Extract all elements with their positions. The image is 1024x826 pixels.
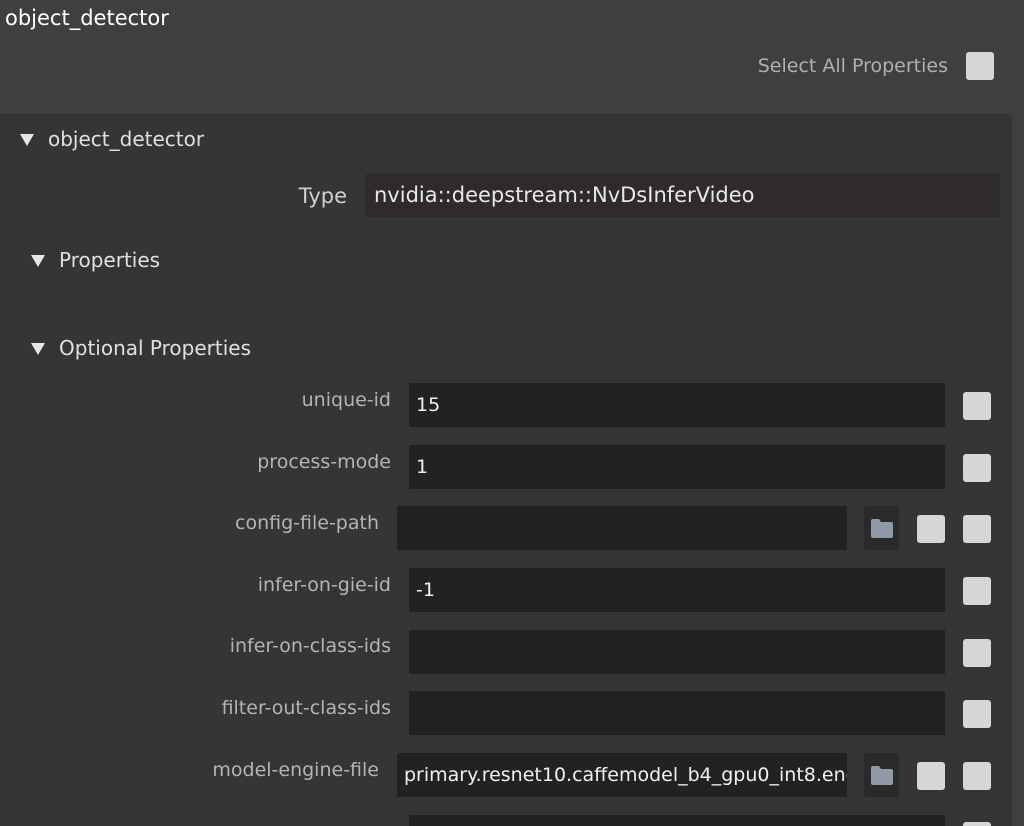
process-mode-label: process-mode bbox=[257, 451, 391, 473]
component-expand-icon[interactable] bbox=[20, 134, 34, 146]
config-file-path-aux-checkbox[interactable] bbox=[917, 515, 945, 543]
model-engine-file-input[interactable]: primary.resnet10.caffemodel_b4_gpu0_int8… bbox=[397, 753, 847, 797]
infer-on-gie-id-input[interactable]: -1 bbox=[409, 568, 945, 612]
infer-on-gie-id-label: infer-on-gie-id bbox=[257, 574, 391, 596]
infer-on-gie-id-checkbox[interactable] bbox=[963, 577, 991, 605]
next-property-checkbox[interactable] bbox=[963, 822, 991, 826]
next-property-input[interactable] bbox=[409, 815, 945, 826]
unique-id-label: unique-id bbox=[301, 389, 391, 411]
unique-id-input[interactable]: 15 bbox=[409, 383, 945, 427]
filter-out-class-ids-label: filter-out-class-ids bbox=[221, 697, 391, 719]
folder-icon bbox=[871, 519, 893, 538]
optional-properties-section-label[interactable]: Optional Properties bbox=[59, 336, 251, 360]
component-panel: object_detector Type nvidia::deepstream:… bbox=[0, 114, 1012, 826]
component-name[interactable]: object_detector bbox=[48, 127, 204, 151]
config-file-path-label: config-file-path bbox=[235, 512, 379, 534]
unique-id-checkbox[interactable] bbox=[963, 392, 991, 420]
type-value: nvidia::deepstream::NvDsInferVideo bbox=[366, 174, 1000, 217]
model-engine-file-aux-checkbox[interactable] bbox=[917, 762, 945, 790]
window-title: object_detector bbox=[5, 6, 169, 30]
infer-on-class-ids-checkbox[interactable] bbox=[963, 639, 991, 667]
model-engine-file-browse-button[interactable] bbox=[864, 753, 899, 797]
filter-out-class-ids-checkbox[interactable] bbox=[963, 700, 991, 728]
process-mode-input[interactable]: 1 bbox=[409, 445, 945, 489]
optional-properties-expand-icon[interactable] bbox=[31, 343, 45, 355]
model-engine-file-label: model-engine-file bbox=[212, 759, 379, 781]
select-all-label: Select All Properties bbox=[757, 55, 948, 77]
process-mode-checkbox[interactable] bbox=[963, 454, 991, 482]
filter-out-class-ids-input[interactable] bbox=[409, 691, 945, 735]
config-file-path-browse-button[interactable] bbox=[864, 506, 899, 550]
config-file-path-checkbox[interactable] bbox=[963, 515, 991, 543]
model-engine-file-checkbox[interactable] bbox=[963, 762, 991, 790]
properties-section-label[interactable]: Properties bbox=[59, 248, 160, 272]
config-file-path-input[interactable] bbox=[397, 506, 847, 550]
infer-on-class-ids-label: infer-on-class-ids bbox=[229, 635, 391, 657]
properties-expand-icon[interactable] bbox=[31, 255, 45, 267]
folder-icon bbox=[871, 766, 893, 785]
infer-on-class-ids-input[interactable] bbox=[409, 630, 945, 674]
type-label: Type bbox=[298, 184, 347, 208]
select-all-checkbox[interactable] bbox=[966, 52, 994, 80]
